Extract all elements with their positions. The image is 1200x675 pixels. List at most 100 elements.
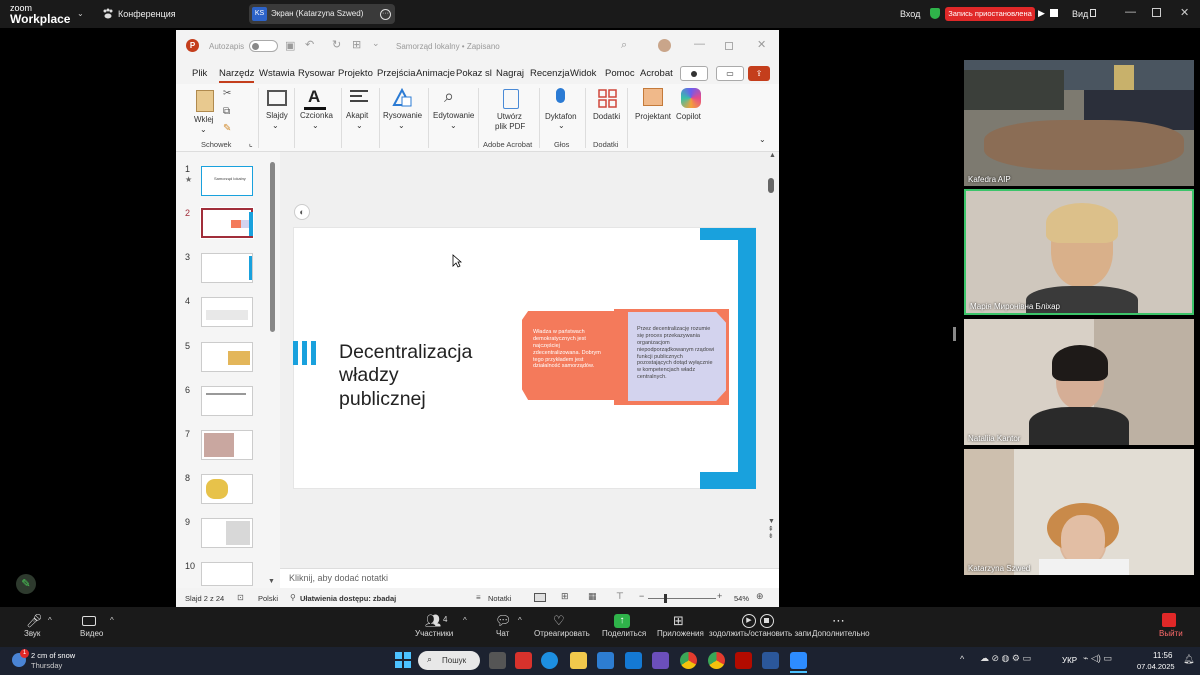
chevron-down-icon[interactable]: ⌄ (450, 121, 457, 130)
copy-icon[interactable]: ⧉ (223, 106, 230, 117)
chevron-down-icon[interactable]: ⌄ (356, 121, 363, 130)
customize-icon[interactable]: ⌄ (372, 38, 380, 49)
participant-tile-2[interactable]: Марія Миронівна Бліхар (964, 189, 1194, 315)
share-button[interactable]: Поделиться (602, 629, 646, 638)
zoom-level[interactable]: 54% (734, 594, 749, 603)
clock-time[interactable]: 11:56 (1153, 651, 1172, 660)
view-menu[interactable]: Вид (1072, 9, 1088, 19)
zoom-slider-thumb[interactable] (664, 594, 667, 603)
participant-tile-1[interactable]: Kafedra AIP (964, 60, 1194, 186)
font-button[interactable]: Czcionka (300, 111, 333, 120)
participants-icon[interactable]: 👥︎ (425, 613, 442, 629)
designer-ideas-icon[interactable]: ◐ (294, 204, 310, 220)
slide-thumbnail-3[interactable] (201, 253, 253, 283)
ribbon-collapse-icon[interactable]: ⌄ (759, 135, 766, 144)
create-pdf-line2[interactable]: plik PDF (495, 122, 525, 131)
slide-title[interactable]: Decentralizacja władzy publicznej (339, 341, 514, 411)
slide-thumbnail-10[interactable] (201, 562, 253, 586)
more-button[interactable]: Дополнительно (812, 629, 870, 638)
leave-button[interactable]: Выйти (1159, 629, 1183, 638)
zoom-slider[interactable] (648, 598, 716, 599)
scroll-up-icon[interactable]: ▲ (769, 152, 776, 159)
more-icon[interactable]: ⋯ (832, 613, 845, 629)
slide-navigation-icons[interactable]: ▼ ⇞ ⇟ (768, 518, 775, 541)
tab-design[interactable]: Projekto (338, 68, 373, 79)
word-icon[interactable] (762, 652, 779, 669)
notes-toggle[interactable]: Notatki (488, 594, 511, 603)
share-button[interactable]: ⇪ (748, 66, 770, 81)
chevron-down-icon[interactable]: ⌄ (77, 9, 84, 18)
signin-link[interactable]: Вход (900, 9, 920, 19)
tab-review[interactable]: Recenzja (530, 68, 570, 79)
tab-file[interactable]: Plik (192, 68, 207, 79)
minimize-icon[interactable]: — (1125, 6, 1136, 18)
search-icon[interactable]: ⌕ (621, 39, 627, 52)
zoom-out-icon[interactable]: − (639, 591, 644, 601)
slide-thumbnail-6[interactable] (201, 386, 253, 416)
undo-icon[interactable]: ↶ (305, 38, 314, 51)
chevron-down-icon[interactable]: ⌄ (272, 121, 279, 130)
stop-icon[interactable] (1050, 9, 1058, 17)
drawing-button[interactable]: Rysowanie (383, 111, 422, 120)
chevron-down-icon[interactable]: ⌄ (312, 121, 319, 130)
tab-insert[interactable]: Wstawia (259, 68, 295, 79)
zoom-in-icon[interactable]: + (717, 591, 722, 601)
share-screen-icon[interactable]: ↑ (614, 614, 630, 628)
participant-tile-3[interactable]: Nataliia Kantor (964, 319, 1194, 445)
task-view-icon[interactable] (489, 652, 506, 669)
slide-thumbnail-9[interactable] (201, 518, 253, 548)
slide-thumbnail-7[interactable] (201, 430, 253, 460)
accessibility-status[interactable]: Ułatwienia dostępu: zbadaj (300, 594, 396, 603)
format-painter-icon[interactable]: ✎ (223, 123, 231, 134)
apps-icon[interactable]: ⊞ (673, 613, 684, 629)
minimize-icon[interactable]: — (694, 38, 705, 50)
paragraph-button[interactable]: Akapit (346, 111, 368, 120)
autosave-toggle[interactable] (249, 40, 278, 52)
camera-icon[interactable] (82, 616, 96, 626)
shield-icon[interactable] (930, 8, 940, 19)
windows-start-icon[interactable] (395, 652, 411, 668)
normal-view-icon[interactable] (534, 593, 546, 602)
record-button[interactable] (680, 66, 708, 81)
notification-icon[interactable]: 🔔︎ (1183, 654, 1194, 665)
slide-thumbnail-4[interactable] (201, 297, 253, 327)
restore-icon[interactable] (1152, 8, 1161, 17)
resume-icon[interactable]: ▶ (742, 614, 756, 628)
cut-icon[interactable]: ✂ (223, 88, 231, 99)
conference-label[interactable]: Конференция (118, 9, 176, 19)
tab-help[interactable]: Pomoc (605, 68, 635, 79)
paste-button[interactable]: Wklej (194, 115, 214, 124)
scroll-down-icon[interactable]: ▼ (268, 578, 275, 585)
tab-animations[interactable]: Animacje (416, 68, 455, 79)
close-icon[interactable]: ✕ (757, 38, 766, 51)
reading-view-icon[interactable]: ▦ (588, 591, 597, 602)
notes-toggle-icon[interactable]: ≡ (476, 593, 481, 602)
slide-thumbnail-5[interactable] (201, 342, 253, 372)
chevron-up-icon[interactable]: ^ (110, 616, 114, 625)
chevron-down-icon[interactable]: ⌄ (200, 125, 207, 134)
dictate-button[interactable]: Dyktafon (545, 112, 577, 121)
stop-recording-icon[interactable] (760, 614, 774, 628)
store-icon[interactable] (597, 652, 614, 669)
acrobat-icon[interactable] (735, 652, 752, 669)
microphone-icon[interactable]: 🎤︎ (26, 613, 43, 629)
tab-draw[interactable]: Rysowar (298, 68, 335, 79)
notes-placeholder[interactable]: Kliknij, aby dodać notatki (289, 573, 388, 583)
chevron-down-icon[interactable]: ⌄ (558, 121, 565, 130)
tab-home[interactable]: Narzędz (219, 68, 255, 83)
record-button[interactable]: зодолжить/остановить запи (709, 629, 811, 638)
chat-icon[interactable]: 💬︎ (495, 613, 512, 629)
redo-icon[interactable]: ↻ (332, 38, 341, 51)
slide-sorter-icon[interactable]: ⊞ (561, 591, 569, 602)
audio-button[interactable]: Звук (24, 629, 40, 638)
participants-button[interactable]: Участники (415, 629, 453, 638)
leave-icon[interactable] (1162, 613, 1176, 627)
tray-icons[interactable]: ☁ ⊘ ◍ ⚙ ▭ (980, 653, 1031, 664)
present-icon[interactable]: ⊞ (352, 38, 361, 51)
play-icon[interactable]: ▶ (1038, 8, 1048, 18)
tab-acrobat[interactable]: Acrobat (640, 68, 673, 79)
tab-record[interactable]: Nagraj (496, 68, 524, 79)
dialog-launcher-icon[interactable]: ⌞ (249, 139, 253, 148)
doc-title[interactable]: Samorząd lokalny • Zapisano (396, 42, 500, 51)
chevron-up-icon[interactable]: ^ (463, 616, 467, 625)
